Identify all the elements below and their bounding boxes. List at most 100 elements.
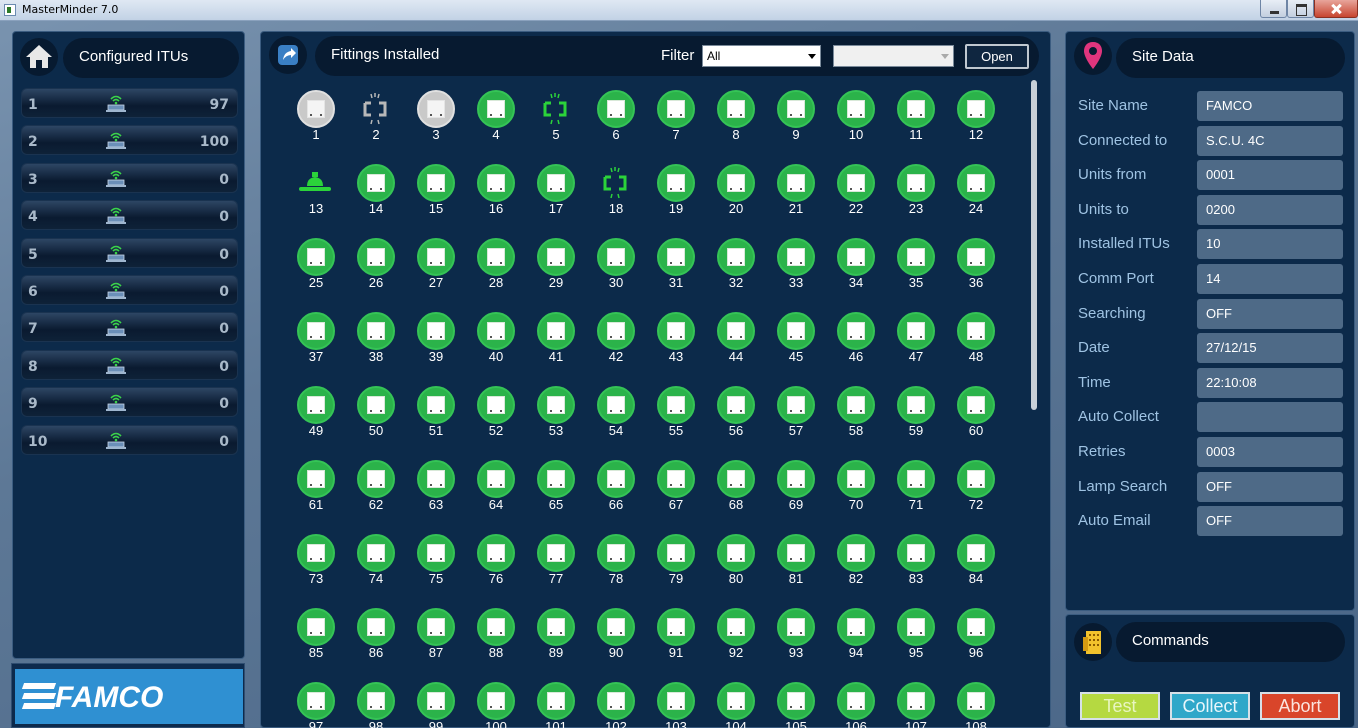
- fitting-item[interactable]: 101: [521, 680, 581, 728]
- fitting-item[interactable]: 99: [401, 680, 461, 728]
- fitting-item[interactable]: 85: [281, 606, 341, 680]
- fitting-item[interactable]: 4: [461, 88, 521, 162]
- fitting-item[interactable]: 43: [641, 310, 701, 384]
- fitting-item[interactable]: 25: [281, 236, 341, 310]
- fitting-item[interactable]: 89: [521, 606, 581, 680]
- fitting-item[interactable]: 84: [941, 532, 1001, 606]
- fitting-item[interactable]: 68: [701, 458, 761, 532]
- fitting-item[interactable]: 48: [941, 310, 1001, 384]
- fitting-item[interactable]: 77: [521, 532, 581, 606]
- fitting-item[interactable]: 92: [701, 606, 761, 680]
- fitting-item[interactable]: 53: [521, 384, 581, 458]
- itu-row[interactable]: 80: [21, 349, 238, 380]
- fitting-item[interactable]: 60: [941, 384, 1001, 458]
- itu-row[interactable]: 2 100: [21, 125, 238, 156]
- fitting-item[interactable]: 5: [521, 88, 581, 162]
- fitting-item[interactable]: 40: [461, 310, 521, 384]
- fitting-item[interactable]: 7: [641, 88, 701, 162]
- fitting-item[interactable]: 2: [341, 88, 401, 162]
- fitting-item[interactable]: 105: [761, 680, 821, 728]
- fitting-item[interactable]: 80: [701, 532, 761, 606]
- fitting-item[interactable]: 55: [641, 384, 701, 458]
- secondary-select[interactable]: [833, 45, 954, 67]
- fitting-item[interactable]: 97: [281, 680, 341, 728]
- fitting-item[interactable]: 64: [461, 458, 521, 532]
- fitting-item[interactable]: 35: [881, 236, 941, 310]
- fitting-item[interactable]: 83: [881, 532, 941, 606]
- filter-select[interactable]: All: [702, 45, 821, 67]
- collect-button[interactable]: Collect: [1170, 692, 1250, 720]
- fitting-item[interactable]: 67: [641, 458, 701, 532]
- fitting-item[interactable]: 71: [881, 458, 941, 532]
- fitting-item[interactable]: 45: [761, 310, 821, 384]
- fitting-item[interactable]: 16: [461, 162, 521, 236]
- fitting-item[interactable]: 79: [641, 532, 701, 606]
- fitting-item[interactable]: 10: [821, 88, 881, 162]
- fitting-item[interactable]: 91: [641, 606, 701, 680]
- fitting-item[interactable]: 86: [341, 606, 401, 680]
- fitting-item[interactable]: 78: [581, 532, 641, 606]
- fitting-item[interactable]: 50: [341, 384, 401, 458]
- fitting-item[interactable]: 108: [941, 680, 1001, 728]
- fitting-item[interactable]: 63: [401, 458, 461, 532]
- itu-row[interactable]: 40: [21, 200, 238, 231]
- fitting-item[interactable]: 13: [281, 162, 341, 236]
- fitting-item[interactable]: 42: [581, 310, 641, 384]
- fitting-item[interactable]: 39: [401, 310, 461, 384]
- fitting-item[interactable]: 12: [941, 88, 1001, 162]
- fitting-item[interactable]: 33: [761, 236, 821, 310]
- fitting-item[interactable]: 96: [941, 606, 1001, 680]
- fitting-item[interactable]: 14: [341, 162, 401, 236]
- fitting-item[interactable]: 54: [581, 384, 641, 458]
- fitting-item[interactable]: 103: [641, 680, 701, 728]
- fitting-item[interactable]: 28: [461, 236, 521, 310]
- fitting-item[interactable]: 15: [401, 162, 461, 236]
- fitting-item[interactable]: 26: [341, 236, 401, 310]
- minimize-button[interactable]: [1260, 0, 1287, 18]
- fitting-item[interactable]: 49: [281, 384, 341, 458]
- fitting-item[interactable]: 66: [581, 458, 641, 532]
- fitting-item[interactable]: 104: [701, 680, 761, 728]
- fitting-item[interactable]: 20: [701, 162, 761, 236]
- close-button[interactable]: [1314, 0, 1358, 18]
- fitting-item[interactable]: 81: [761, 532, 821, 606]
- itu-row[interactable]: 90: [21, 387, 238, 418]
- fitting-item[interactable]: 59: [881, 384, 941, 458]
- fitting-item[interactable]: 65: [521, 458, 581, 532]
- fitting-item[interactable]: 94: [821, 606, 881, 680]
- fitting-item[interactable]: 3: [401, 88, 461, 162]
- fitting-item[interactable]: 23: [881, 162, 941, 236]
- fitting-item[interactable]: 102: [581, 680, 641, 728]
- fitting-item[interactable]: 93: [761, 606, 821, 680]
- fitting-item[interactable]: 9: [761, 88, 821, 162]
- fitting-item[interactable]: 18: [581, 162, 641, 236]
- fitting-item[interactable]: 11: [881, 88, 941, 162]
- fitting-item[interactable]: 41: [521, 310, 581, 384]
- fitting-item[interactable]: 57: [761, 384, 821, 458]
- fitting-item[interactable]: 69: [761, 458, 821, 532]
- itu-row[interactable]: 60: [21, 275, 238, 305]
- fitting-item[interactable]: 27: [401, 236, 461, 310]
- fitting-item[interactable]: 30: [581, 236, 641, 310]
- fitting-item[interactable]: 47: [881, 310, 941, 384]
- fitting-item[interactable]: 88: [461, 606, 521, 680]
- fitting-item[interactable]: 17: [521, 162, 581, 236]
- maximize-button[interactable]: [1287, 0, 1314, 18]
- fitting-item[interactable]: 31: [641, 236, 701, 310]
- fitting-item[interactable]: 36: [941, 236, 1001, 310]
- fitting-item[interactable]: 8: [701, 88, 761, 162]
- fitting-item[interactable]: 29: [521, 236, 581, 310]
- fitting-item[interactable]: 62: [341, 458, 401, 532]
- fitting-item[interactable]: 24: [941, 162, 1001, 236]
- fitting-item[interactable]: 100: [461, 680, 521, 728]
- fitting-item[interactable]: 75: [401, 532, 461, 606]
- vertical-scrollbar[interactable]: [1031, 80, 1037, 410]
- fitting-item[interactable]: 90: [581, 606, 641, 680]
- itu-row[interactable]: 1 97: [21, 88, 238, 118]
- fitting-item[interactable]: 37: [281, 310, 341, 384]
- fitting-item[interactable]: 34: [821, 236, 881, 310]
- itu-row[interactable]: 70: [21, 312, 238, 343]
- fitting-item[interactable]: 72: [941, 458, 1001, 532]
- abort-button[interactable]: Abort: [1260, 692, 1340, 720]
- fitting-item[interactable]: 106: [821, 680, 881, 728]
